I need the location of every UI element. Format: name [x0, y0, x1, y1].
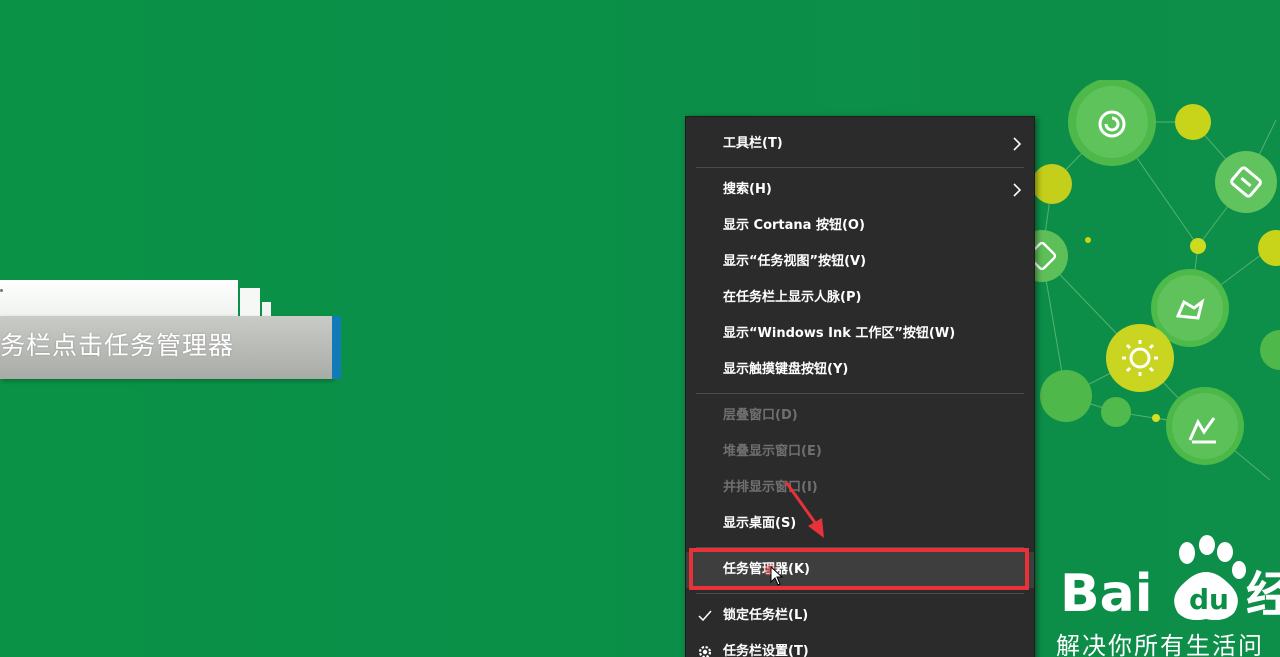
menu-item-toolbars[interactable]: 工具栏(T) — [686, 126, 1034, 162]
menu-item-label: 任务栏设置(T) — [723, 644, 809, 657]
menu-item-side-by-side-windows: 并排显示窗口(I) — [686, 470, 1034, 506]
menu-item-taskbar-settings[interactable]: 任务栏设置(T) — [686, 634, 1034, 657]
menu-item-search[interactable]: 搜索(H) — [686, 172, 1034, 208]
checkmark-icon — [698, 610, 712, 622]
baidu-logo: Bai du 经 — [1060, 535, 1280, 620]
baidu-logo-du: du — [1189, 583, 1229, 616]
menu-separator — [696, 593, 1024, 594]
mouse-cursor-icon — [770, 566, 784, 586]
menu-item-label: 锁定任务栏(L) — [723, 608, 809, 623]
menu-item-label: 堆叠显示窗口(E) — [723, 444, 822, 459]
menu-separator — [696, 167, 1024, 168]
menu-item-lock-taskbar[interactable]: 锁定任务栏(L) — [686, 598, 1034, 634]
menu-item-label: 搜索(H) — [723, 182, 772, 197]
menu-item-label: 显示 Cortana 按钮(O) — [723, 218, 865, 233]
menu-item-show-touch-keyboard-button[interactable]: 显示触摸键盘按钮(Y) — [686, 352, 1034, 388]
caption-text: 务栏点击任务管理器 — [0, 331, 235, 360]
caption-banner-top — [0, 280, 238, 316]
network-illustration — [1030, 80, 1280, 481]
menu-item-show-cortana-button[interactable]: 显示 Cortana 按钮(O) — [686, 208, 1034, 244]
chevron-right-icon — [1013, 183, 1022, 197]
menu-item-label: 显示“任务视图”按钮(V) — [723, 254, 867, 269]
caption-banner-tab — [240, 288, 260, 316]
menu-item-show-people[interactable]: 在任务栏上显示人脉(P) — [686, 280, 1034, 316]
menu-separator — [696, 393, 1024, 394]
caption-banner-tab-small — [262, 302, 271, 316]
baidu-slogan: 解决你所有生活问 — [1056, 632, 1264, 657]
menu-item-label: 工具栏(T) — [723, 136, 783, 151]
menu-item-label: 显示触摸键盘按钮(Y) — [723, 362, 849, 377]
chevron-right-icon — [1013, 137, 1022, 151]
menu-item-label: 在任务栏上显示人脉(P) — [723, 290, 862, 305]
menu-item-cascade-windows: 层叠窗口(D) — [686, 398, 1034, 434]
highlight-box — [689, 548, 1029, 590]
menu-item-show-windows-ink-button[interactable]: 显示“Windows Ink 工作区”按钮(W) — [686, 316, 1034, 352]
menu-item-show-desktop[interactable]: 显示桌面(S) — [686, 506, 1034, 542]
gear-icon — [698, 645, 712, 657]
caption-banner-dot — [0, 289, 3, 292]
caption-banner-accent — [332, 316, 341, 379]
baidu-logo-text: Bai — [1060, 564, 1153, 620]
red-arrow-icon — [784, 481, 824, 538]
baidu-logo-suffix: 经 — [1246, 567, 1280, 620]
menu-item-show-task-view-button[interactable]: 显示“任务视图”按钮(V) — [686, 244, 1034, 280]
menu-item-stack-windows: 堆叠显示窗口(E) — [686, 434, 1034, 470]
menu-item-label: 显示“Windows Ink 工作区”按钮(W) — [723, 326, 956, 341]
menu-item-label: 层叠窗口(D) — [723, 408, 798, 423]
desktop-background: 务栏点击任务管理器 Bai du 经 解决你所有生活问 工具栏(T) 搜索(H)… — [0, 0, 1280, 657]
